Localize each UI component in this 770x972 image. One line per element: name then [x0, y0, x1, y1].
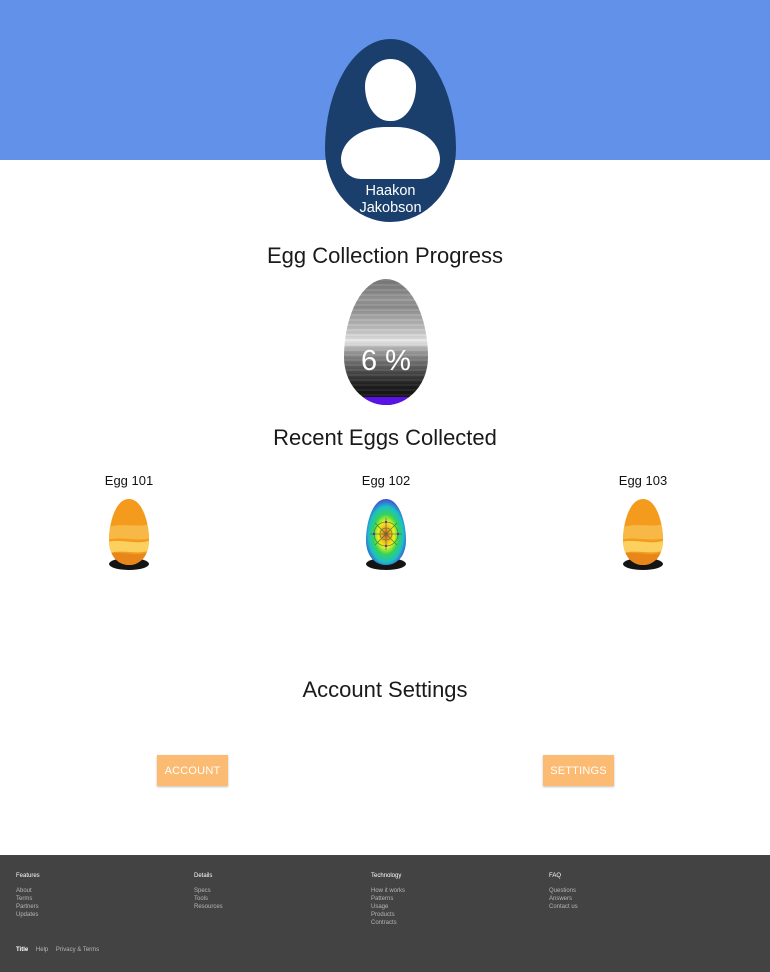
footer-link[interactable]: Specs [194, 887, 364, 895]
footer-link[interactable]: About [16, 887, 186, 895]
orange-wave-egg-icon [623, 499, 663, 570]
progress-fill [344, 397, 428, 405]
egg-card[interactable]: Egg 102 [326, 472, 446, 572]
footer-help-link[interactable]: Help [36, 947, 48, 953]
egg-card[interactable]: Egg 103 [583, 472, 703, 572]
egg-label: Egg 103 [618, 473, 668, 488]
footer-link[interactable]: Terms [16, 895, 186, 903]
footer-heading: Technology [371, 873, 402, 879]
user-body-icon [341, 127, 440, 179]
footer-link[interactable]: Contracts [371, 919, 541, 927]
footer-link[interactable]: Patterns [371, 895, 541, 903]
rainbow-mandala-egg-icon [366, 499, 406, 570]
user-head-icon [365, 59, 416, 121]
progress-egg-stripes [344, 279, 428, 405]
egg-label: Egg 102 [361, 473, 411, 488]
footer: Features About Terms Partners Updates De… [0, 855, 770, 972]
footer-link[interactable]: Contact us [549, 903, 719, 911]
progress-percent: 6 % [361, 345, 411, 377]
footer-link[interactable]: Questions [549, 887, 719, 895]
footer-heading: Features [16, 873, 40, 879]
egg-card[interactable]: Egg 101 [69, 472, 189, 572]
footer-column-faq: FAQ Questions Answers Contact us [549, 873, 719, 911]
progress-title: Egg Collection Progress [266, 243, 503, 268]
progress-egg-meter: 6 % [344, 279, 428, 405]
profile-first-name: Haakon [365, 183, 416, 199]
footer-link[interactable]: Tools [194, 895, 364, 903]
footer-privacy-link[interactable]: Privacy & Terms [56, 947, 99, 953]
footer-link[interactable]: Products [371, 911, 541, 919]
footer-column-features: Features About Terms Partners Updates [16, 873, 186, 919]
egg-label: Egg 101 [104, 473, 154, 488]
footer-heading: Details [194, 873, 213, 879]
footer-column-technology: Technology How it works Patterns Usage P… [371, 873, 541, 927]
footer-link[interactable]: Usage [371, 903, 541, 911]
profile-last-name: Jakobson [359, 200, 422, 216]
footer-link[interactable]: Updates [16, 911, 186, 919]
profile-name: Haakon Jakobson [325, 183, 456, 217]
account-button[interactable]: ACCOUNT [157, 755, 228, 786]
account-settings-title: Account Settings [302, 677, 468, 702]
footer-link[interactable]: Partners [16, 903, 186, 911]
footer-link[interactable]: Answers [549, 895, 719, 903]
footer-column-details: Details Specs Tools Resources [194, 873, 364, 911]
recent-eggs-title: Recent Eggs Collected [273, 425, 497, 450]
footer-title: Title [16, 947, 29, 953]
footer-heading: FAQ [549, 873, 562, 879]
footer-link[interactable]: Resources [194, 903, 364, 911]
footer-link[interactable]: How it works [371, 887, 541, 895]
footer-bottom-bar: Title Help Privacy & Terms [16, 947, 105, 953]
settings-button[interactable]: SETTINGS [543, 755, 614, 786]
orange-wave-egg-icon [109, 499, 149, 570]
